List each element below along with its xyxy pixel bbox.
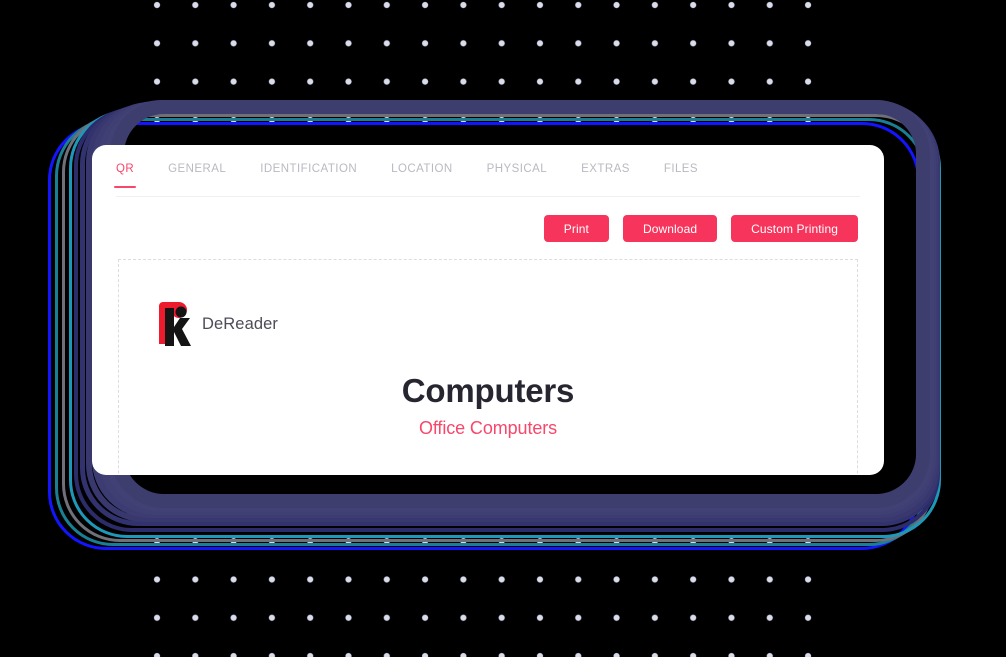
action-button-bar: Print Download Custom Printing bbox=[118, 215, 858, 242]
tab-bar: QR GENERAL IDENTIFICATION LOCATION PHYSI… bbox=[113, 157, 860, 197]
download-button[interactable]: Download bbox=[622, 215, 718, 242]
tab-qr[interactable]: QR bbox=[113, 157, 137, 188]
asset-title: Computers bbox=[401, 372, 575, 409]
screen-root: QR GENERAL IDENTIFICATION LOCATION PHYSI… bbox=[0, 0, 1006, 657]
detail-card: QR GENERAL IDENTIFICATION LOCATION PHYSI… bbox=[92, 145, 884, 475]
asset-subtitle: Office Computers bbox=[418, 418, 558, 439]
brand-name-text: DeReader bbox=[202, 314, 279, 333]
qr-label-preview-area: DeReader Computers Office Computers bbox=[118, 259, 858, 475]
label-title-block: Computers Office Computers bbox=[119, 372, 857, 439]
custom-printing-button[interactable]: Custom Printing bbox=[731, 215, 858, 242]
tab-general[interactable]: GENERAL bbox=[168, 157, 226, 188]
dereader-logo-icon bbox=[159, 302, 191, 346]
print-button[interactable]: Print bbox=[543, 215, 609, 242]
tab-physical[interactable]: PHYSICAL bbox=[487, 157, 547, 188]
brand-lockup: DeReader bbox=[157, 302, 278, 346]
tab-location[interactable]: LOCATION bbox=[391, 157, 453, 188]
tab-files[interactable]: FILES bbox=[664, 157, 698, 188]
tab-identification[interactable]: IDENTIFICATION bbox=[260, 157, 357, 188]
tab-extras[interactable]: EXTRAS bbox=[581, 157, 630, 188]
